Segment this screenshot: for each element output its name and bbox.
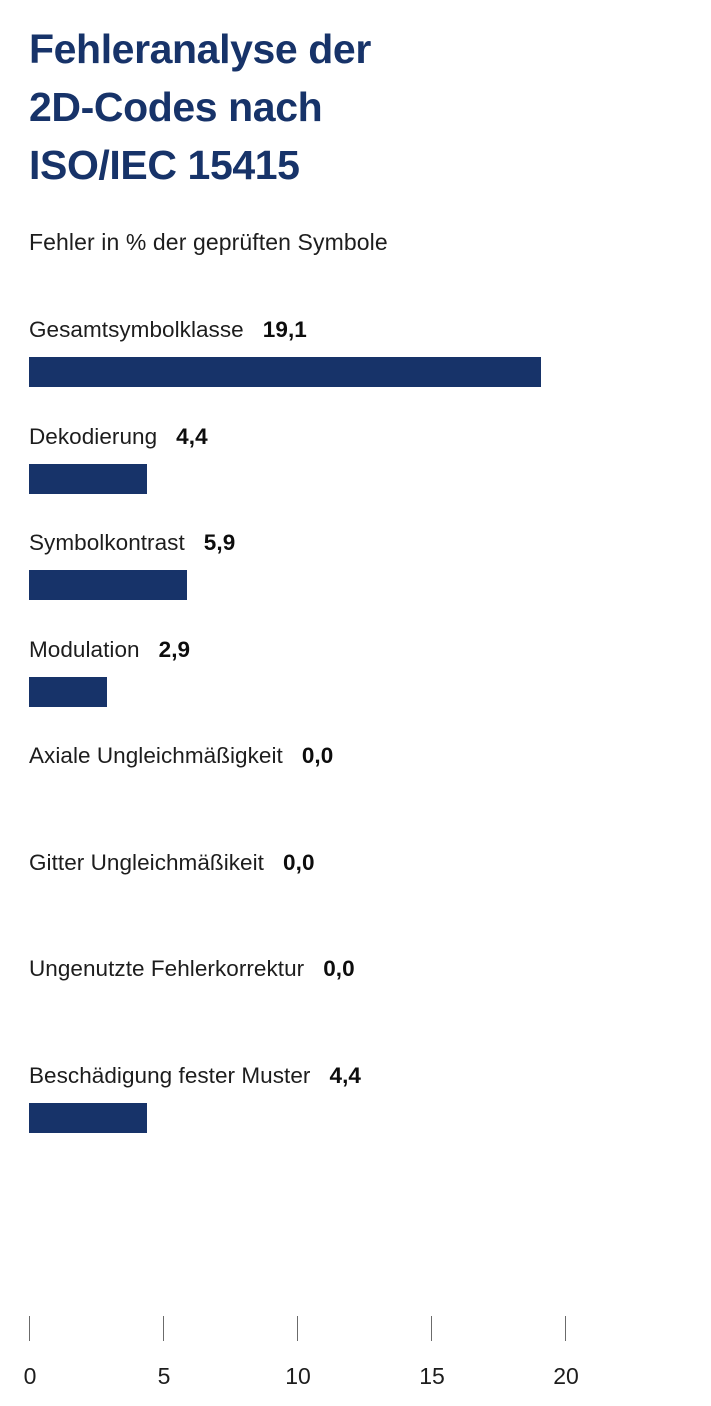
bar-category-label: Axiale Ungleichmäßigkeit bbox=[29, 743, 283, 768]
bar-fill bbox=[29, 357, 541, 387]
bar-track bbox=[29, 357, 689, 387]
x-axis-tick bbox=[29, 1316, 30, 1341]
bar-row-header: Symbolkontrast 5,9 bbox=[29, 525, 235, 561]
x-axis-tick-label: 0 bbox=[23, 1363, 37, 1389]
bar-track bbox=[29, 890, 689, 920]
bar-category-label: Modulation bbox=[29, 636, 140, 662]
bar-row: Gesamtsymbolklasse 19,1 bbox=[0, 312, 711, 418]
bar-row-header: Modulation 2,9 bbox=[29, 632, 190, 668]
bar-category-label: Gitter Ungleichmäßikeit bbox=[29, 849, 264, 875]
bar-track bbox=[29, 676, 689, 707]
bar-fill bbox=[29, 1102, 147, 1133]
x-axis-tick bbox=[297, 1316, 298, 1341]
bar-category-label: Beschädigung fester Muster bbox=[29, 1062, 311, 1088]
chart-container: Fehleranalyse der 2D-Codes nach ISO/IEC … bbox=[0, 0, 711, 1406]
bar-category-label: Ungenutzte Fehlerkorrektur bbox=[29, 956, 305, 981]
bar-row: Modulation 2,9 bbox=[0, 632, 711, 738]
bar-row: Gitter Ungleichmäßikeit 0,0 bbox=[0, 845, 711, 951]
bar-row: Beschädigung fester Muster 4,4 bbox=[0, 1058, 711, 1164]
x-axis-tick-label: 5 bbox=[157, 1363, 171, 1389]
bar-fill bbox=[29, 570, 188, 600]
bar-value-label: 4,4 bbox=[329, 1062, 362, 1088]
bar-row-header: Beschädigung fester Muster 4,4 bbox=[29, 1058, 361, 1094]
bar-track bbox=[29, 1102, 689, 1133]
plot-area: Gesamtsymbolklasse 19,1 Dekodierung 4,4 Symb… bbox=[0, 0, 711, 1406]
bar-track bbox=[29, 996, 689, 1026]
x-axis-tick bbox=[565, 1316, 566, 1341]
bar-category-label: Gesamtsymbolklasse bbox=[29, 317, 244, 342]
bar-value-label: 19,1 bbox=[262, 317, 307, 342]
bar-row-header: Axiale Ungleichmäßigkeit 0,0 bbox=[29, 738, 333, 774]
bar-row-header: Ungenutzte Fehlerkorrektur 0,0 bbox=[29, 951, 355, 987]
x-axis: 0 5 10 15 20 bbox=[0, 1316, 711, 1406]
bar-track bbox=[29, 570, 689, 600]
bar-value-label: 0,0 bbox=[323, 956, 355, 981]
bar-category-label: Dekodierung bbox=[29, 423, 158, 449]
bar-value-label: 0,0 bbox=[301, 743, 334, 768]
bar-row: Ungenutzte Fehlerkorrektur 0,0 bbox=[0, 951, 711, 1057]
x-axis-tick bbox=[163, 1316, 164, 1341]
x-axis-tick-label: 10 bbox=[285, 1363, 311, 1389]
bar-value-label: 4,4 bbox=[176, 423, 208, 449]
bar-row: Symbolkontrast 5,9 bbox=[0, 525, 711, 631]
x-axis-tick-label: 20 bbox=[553, 1363, 579, 1389]
bar-category-label: Symbolkontrast bbox=[29, 530, 185, 555]
bar-row-header: Gesamtsymbolklasse 19,1 bbox=[29, 312, 307, 348]
bar-row: Axiale Ungleichmäßigkeit 0,0 bbox=[0, 738, 711, 844]
bar-track bbox=[29, 783, 689, 813]
bar-row: Dekodierung 4,4 bbox=[0, 419, 711, 525]
bar-fill bbox=[29, 463, 147, 494]
bar-row-header: Dekodierung 4,4 bbox=[29, 419, 208, 455]
bar-track bbox=[29, 463, 689, 494]
bar-row-header: Gitter Ungleichmäßikeit 0,0 bbox=[29, 845, 315, 881]
bar-fill bbox=[29, 676, 107, 707]
bar-value-label: 5,9 bbox=[203, 530, 236, 555]
x-axis-tick bbox=[431, 1316, 432, 1341]
bar-value-label: 2,9 bbox=[158, 636, 191, 662]
x-axis-tick-label: 15 bbox=[419, 1363, 445, 1389]
bar-value-label: 0,0 bbox=[282, 849, 315, 875]
